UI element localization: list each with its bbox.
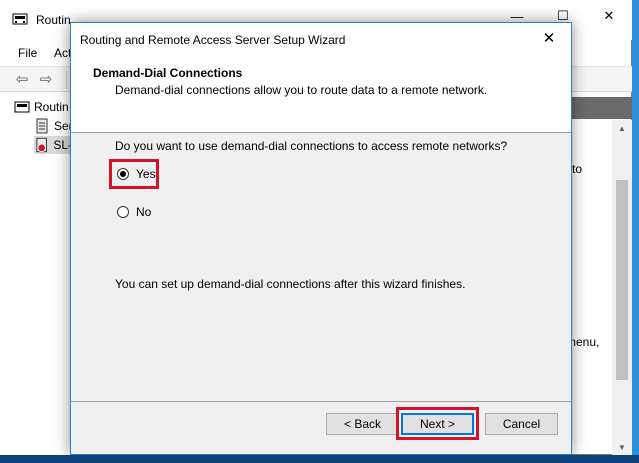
back-arrow-icon[interactable]: ⇦ [12,70,32,88]
tree-item-server-status[interactable]: Ser [34,117,73,135]
radio-button-selected[interactable] [117,168,129,180]
tree-item-root[interactable]: Routin [14,98,69,116]
next-highlight-box [396,407,479,440]
close-icon[interactable]: ✕ [586,0,632,32]
details-text-fragment: to [572,162,583,176]
wizard-titlebar: Routing and Remote Access Server Setup W… [71,23,571,55]
console-tree: Routin Ser SL- [0,93,73,455]
cancel-button[interactable]: Cancel [485,413,558,435]
radio-yes-label: Yes [136,167,156,181]
wizard-title: Routing and Remote Access Server Setup W… [80,33,346,47]
wizard-header: Demand-Dial Connections Demand-dial conn… [71,55,571,133]
details-scrollbar[interactable]: ▲ ▼ [612,120,632,455]
toolbar-separator [66,71,67,89]
forward-arrow-icon[interactable]: ⇨ [36,70,56,88]
tree-item-server[interactable]: SL- [34,136,72,154]
server-error-icon [36,137,47,153]
close-icon[interactable]: ✕ [527,23,571,53]
radio-button-unselected[interactable] [117,206,129,218]
scroll-down-icon[interactable]: ▼ [616,441,628,453]
radio-no[interactable]: No [117,205,151,219]
scrollbar-thumb[interactable] [616,180,628,380]
routing-app-icon [12,13,28,25]
setup-wizard-dialog: Routing and Remote Access Server Setup W… [70,22,572,455]
radio-no-label: No [136,205,152,219]
wizard-footnote: You can set up demand-dial connections a… [115,277,466,291]
page-heading: Demand-Dial Connections [93,66,243,80]
server-icon [14,101,30,113]
back-button[interactable]: < Back [326,413,399,435]
demand-dial-question: Do you want to use demand-dial connectio… [115,139,508,153]
desktop-edge [0,455,639,463]
details-header [566,97,632,119]
radio-yes[interactable]: Yes [117,167,156,181]
tree-item-label: Routin [34,100,69,114]
page-subheading: Demand-dial connections allow you to rou… [115,83,488,97]
footer-divider [71,401,571,402]
menu-action[interactable]: Act [54,46,71,60]
menu-file[interactable]: File [18,46,37,60]
server-status-icon [36,118,48,134]
scroll-up-icon[interactable]: ▲ [616,122,628,134]
console-title: Routin [36,13,71,27]
